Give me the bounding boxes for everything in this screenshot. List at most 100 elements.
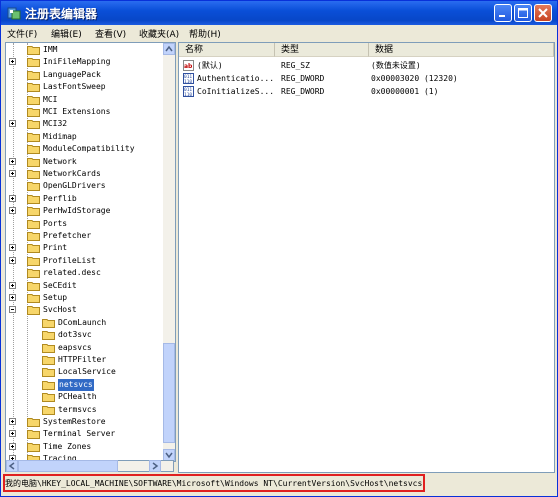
- tree-item[interactable]: ModuleCompatibility: [6, 143, 162, 155]
- expand-icon[interactable]: [9, 442, 16, 450]
- tree-item[interactable]: PerHwIdStorage: [6, 205, 162, 217]
- expand-icon[interactable]: [9, 120, 16, 128]
- tree-item[interactable]: LastFontSweep: [6, 81, 162, 93]
- scroll-right-button[interactable]: [149, 460, 161, 472]
- binary-value-icon: 011 110: [183, 86, 194, 98]
- list-row[interactable]: ab (默认) REG_SZ (数值未设置): [179, 59, 554, 72]
- tree-item-label: LastFontSweep: [43, 82, 106, 92]
- expand-icon[interactable]: [9, 157, 16, 165]
- tree-item-label: PerHwIdStorage: [43, 206, 111, 216]
- list-row[interactable]: 011 110 Authenticatio... REG_DWORD 0x0000302…: [179, 72, 554, 85]
- column-header-name[interactable]: 名称: [179, 43, 275, 57]
- column-header-data[interactable]: 数据: [369, 43, 554, 57]
- expand-icon[interactable]: [9, 194, 16, 202]
- tree-item[interactable]: SvcHost: [6, 304, 162, 316]
- menu-favorites[interactable]: 收藏夹(A): [139, 27, 179, 40]
- tree-item[interactable]: MCI: [6, 94, 162, 106]
- tree-item[interactable]: NetworkCards: [6, 168, 162, 180]
- expand-icon[interactable]: [9, 207, 16, 215]
- tree-item-label: NetworkCards: [43, 169, 101, 178]
- values-list-pane[interactable]: 名称 类型 数据 ab (默认) REG_SZ (数值未设置) 011 110 Authen…: [178, 42, 555, 473]
- tree-item[interactable]: MCI Extensions: [6, 106, 162, 118]
- tree-item-label: termsvcs: [58, 404, 97, 414]
- menu-file[interactable]: 文件(F): [7, 27, 37, 40]
- title-bar[interactable]: 注册表编辑器: [1, 1, 557, 25]
- scroll-thumb[interactable]: [163, 343, 175, 443]
- tree-horizontal-scrollbar[interactable]: [5, 460, 174, 472]
- tree-item-label: netsvcs: [58, 378, 94, 391]
- expand-icon[interactable]: [9, 294, 16, 301]
- tree-item[interactable]: Perflib: [6, 193, 162, 205]
- tree-item[interactable]: termsvcs: [6, 404, 162, 416]
- tree-item-label: Ports: [43, 218, 68, 228]
- collapse-icon[interactable]: [9, 306, 16, 314]
- tree-item[interactable]: dot3svc: [6, 329, 162, 341]
- expand-icon[interactable]: [9, 244, 16, 252]
- list-row[interactable]: 011 110 CoInitializeS... REG_DWORD 0x0000000…: [179, 85, 554, 98]
- folder-icon: [27, 429, 40, 440]
- value-name: CoInitializeS...: [197, 87, 275, 96]
- tree-item[interactable]: LocalService: [6, 366, 162, 378]
- expand-icon[interactable]: [9, 58, 16, 66]
- tree-item-label: Prefetcher: [43, 231, 92, 240]
- scroll-up-button[interactable]: [163, 43, 175, 55]
- tree-item-label: Network: [43, 156, 77, 166]
- tree-item-label: ModuleCompatibility: [43, 144, 135, 154]
- tree-item[interactable]: Midimap: [6, 131, 162, 143]
- maximize-button[interactable]: [514, 4, 532, 22]
- tree-item[interactable]: SeCEdit: [6, 280, 162, 292]
- tree-vertical-scrollbar[interactable]: [163, 43, 175, 461]
- scroll-left-button[interactable]: [6, 460, 18, 472]
- tree-item[interactable]: Prefetcher: [6, 230, 162, 242]
- expand-icon[interactable]: [9, 170, 16, 177]
- tree-item[interactable]: OpenGLDrivers: [6, 180, 162, 192]
- column-header-type[interactable]: 类型: [275, 43, 369, 57]
- tree-item[interactable]: Setup: [6, 292, 162, 304]
- tree-item-label: Perflib: [43, 193, 77, 203]
- tree-item[interactable]: MCI32: [6, 118, 162, 130]
- expand-icon[interactable]: [9, 256, 16, 264]
- folder-icon: [27, 243, 40, 254]
- minimize-button[interactable]: [494, 4, 512, 22]
- folder-icon: [27, 119, 40, 130]
- tree-item[interactable]: IMM: [6, 44, 162, 56]
- tree-item[interactable]: eapsvcs: [6, 342, 162, 354]
- tree-item[interactable]: Print: [6, 242, 162, 254]
- binary-value-icon: 011 110: [183, 73, 194, 85]
- tree-item[interactable]: ProfileList: [6, 255, 162, 267]
- tree-item[interactable]: SystemRestore: [6, 416, 162, 428]
- tree-item[interactable]: netsvcs: [6, 378, 162, 391]
- tree-item[interactable]: Ports: [6, 218, 162, 230]
- expand-icon[interactable]: [9, 418, 16, 425]
- menu-help[interactable]: 帮助(H): [189, 27, 221, 40]
- menu-edit[interactable]: 编辑(E): [51, 27, 82, 40]
- folder-icon: [27, 417, 40, 427]
- svg-text:110: 110: [184, 92, 192, 97]
- tree-item-label: LocalService: [58, 367, 116, 377]
- regedit-icon: [7, 7, 21, 20]
- folder-icon: [27, 70, 40, 80]
- tree-item[interactable]: Terminal Server: [6, 428, 162, 440]
- folder-icon: [27, 206, 40, 217]
- tree-item-label: Setup: [43, 293, 68, 302]
- menu-view[interactable]: 查看(V): [95, 27, 126, 40]
- tree-item[interactable]: IniFileMapping: [6, 56, 162, 68]
- hscroll-thumb[interactable]: [18, 460, 118, 472]
- folder-icon: [27, 281, 40, 291]
- close-button[interactable]: [534, 4, 552, 22]
- folder-icon: [27, 442, 40, 452]
- folder-icon: [27, 231, 40, 241]
- tree-item[interactable]: HTTPFilter: [6, 354, 162, 366]
- minimize-icon: [499, 15, 505, 17]
- tree-item[interactable]: PCHealth: [6, 391, 162, 403]
- key-tree-pane[interactable]: IMM IniFileMapping LanguagePack LastFontSwe…: [5, 42, 176, 462]
- expand-icon[interactable]: [9, 281, 16, 289]
- tree-item[interactable]: LanguagePack: [6, 69, 162, 81]
- tree-item[interactable]: Network: [6, 156, 162, 168]
- tree-item[interactable]: related.desc: [6, 267, 162, 279]
- tree-item[interactable]: DComLaunch: [6, 317, 162, 329]
- tree-item-label: MCI32: [43, 119, 68, 129]
- expand-icon[interactable]: [9, 430, 16, 438]
- tree-item-label: eapsvcs: [58, 342, 92, 352]
- tree-item[interactable]: Time Zones: [6, 441, 162, 453]
